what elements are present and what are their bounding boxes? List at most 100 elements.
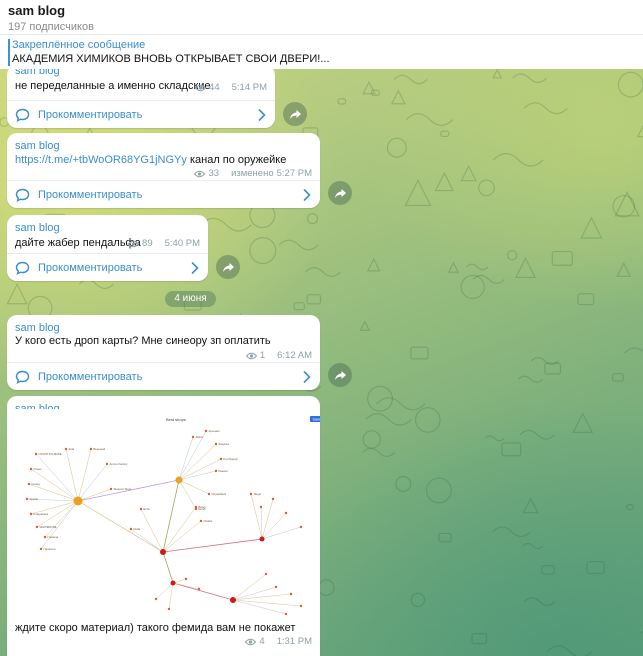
chevron-right-icon (191, 262, 199, 274)
pattern-doodle (460, 164, 477, 182)
pattern-doodle (577, 293, 595, 306)
pattern-doodle (306, 213, 319, 225)
graph-edge (77, 463, 108, 502)
comment-button[interactable]: Прокомментировать (7, 180, 320, 208)
graph-edge (155, 582, 174, 600)
message-author[interactable]: sam blog (15, 222, 60, 235)
message-text: ждите скоро материал) такого фемида вам … (15, 622, 296, 634)
pattern-doodle (522, 496, 539, 514)
pattern-doodle (551, 250, 573, 266)
pattern-doodle (625, 504, 635, 511)
graph-leaf-node (284, 511, 288, 515)
graph-leaf-node (89, 447, 93, 451)
message-link[interactable]: https://t.me/+tbWoOR68YG1jNGYy (15, 154, 187, 166)
pattern-doodle (617, 71, 643, 98)
pattern-doodle (6, 282, 28, 305)
comment-button[interactable]: Прокомментировать (7, 362, 320, 390)
subscriber-count: 197 подписчиков (8, 21, 94, 33)
graph-edge (168, 582, 174, 610)
pattern-doodle (293, 302, 305, 311)
pattern-doodle (306, 294, 322, 305)
pattern-doodle (478, 179, 495, 197)
share-icon (334, 370, 346, 380)
graph-leaf-node (29, 512, 33, 516)
share-button[interactable] (328, 363, 352, 387)
graph-leaf-node (207, 492, 211, 496)
share-icon (289, 109, 301, 119)
graph-node-label: Ремонт (219, 469, 229, 473)
graph-leaf-node (284, 612, 288, 616)
pattern-doodle (484, 435, 505, 442)
channel-header[interactable]: sam blog 197 подписчиков (0, 0, 643, 34)
chat-area: sam blog не переделанные а именно складс… (0, 69, 643, 656)
graph-leaf-node (43, 535, 47, 539)
view-count: 1 (259, 350, 266, 361)
share-button[interactable] (283, 102, 307, 126)
graph-node-label: Echo (144, 507, 151, 511)
graph-edge (77, 448, 92, 502)
message-meta: 33 изменено 5:27 PM (194, 168, 312, 180)
graph-node-label: Закупка (219, 442, 230, 446)
pinned-label: Закреплённое сообщение (12, 39, 146, 51)
graph-edge (232, 593, 292, 601)
message-author[interactable]: sam blog (15, 69, 60, 78)
views-icon (245, 638, 257, 646)
chevron-right-icon (303, 371, 311, 383)
message-author[interactable]: sam blog (15, 140, 60, 153)
pattern-doodle (362, 430, 381, 449)
pattern-doodle (519, 429, 556, 440)
pattern-doodle (366, 257, 381, 272)
view-count: 89 (142, 238, 153, 249)
graph-edge (172, 582, 200, 590)
comment-label: Прокомментировать (38, 109, 143, 121)
share-button[interactable] (328, 181, 352, 205)
graph-node-label: Склад (32, 482, 40, 486)
pattern-doodle (414, 407, 441, 433)
pattern-doodle (523, 597, 556, 607)
message-time: 5:40 PM (164, 238, 200, 249)
graph-edge (250, 493, 263, 540)
message-bubble: sam blog Best shops Save LOGISTICS BASE Отд… (7, 396, 320, 656)
pattern-doodle (512, 73, 547, 84)
message-meta: 89 5:40 PM (128, 238, 200, 250)
pinned-message[interactable]: Закреплённое сообщение АКАДЕМИЯ ХИМИКОВ … (0, 34, 643, 69)
share-button[interactable] (216, 255, 240, 279)
graph-leaf-node (167, 607, 171, 611)
channel-title[interactable]: sam blog (8, 3, 633, 18)
comment-button[interactable]: Прокомментировать (7, 100, 275, 128)
pattern-doodle (367, 385, 394, 412)
graph-leaf-node (259, 505, 263, 509)
graph-hub-node (175, 476, 183, 484)
graph-edge (130, 528, 164, 553)
graph-leaf-node (184, 577, 188, 581)
graph-node-label: Жив (69, 447, 75, 451)
pattern-doodle (200, 217, 252, 232)
pattern-doodle (376, 397, 426, 411)
pattern-doodle (506, 250, 518, 261)
message-bubble: sam blog https://t.me/+tbWoOR68YG1jNGYy … (7, 133, 320, 208)
pattern-doodle (623, 347, 643, 354)
view-count: 33 (208, 168, 220, 179)
graph-node-label: Военный (94, 447, 106, 451)
pattern-doodle (616, 261, 632, 277)
pattern-doodle (612, 373, 624, 382)
graph-hub-node (160, 549, 166, 555)
pinned-text: АКАДЕМИЯ ХИМИКОВ ВНОВЬ ОТКРЫВАЕТ СВОИ ДВ… (12, 53, 330, 65)
graph-hub-node (259, 536, 265, 542)
pattern-doodle (514, 256, 537, 279)
graph-node-label: Alpha (196, 435, 204, 439)
message-author[interactable]: sam blog (15, 322, 60, 335)
edited-label: изменено (231, 168, 274, 179)
graph-leaf-node (39, 547, 43, 551)
graph-leaf-node (289, 592, 293, 596)
graph-toolbar-button-label: Save (313, 418, 321, 422)
graph-image[interactable]: Best shops Save LOGISTICS BASE Отдел Склад Ар… (11, 409, 320, 617)
graph-leaf-node (249, 492, 253, 496)
message-time: 5:14 PM (231, 82, 267, 93)
graph-node-label: Армия (30, 497, 39, 501)
graph-node-label: Кладовщик (34, 512, 49, 516)
pattern-doodle (249, 237, 277, 265)
pattern-doodle (365, 413, 412, 426)
message-time: 6:12 AM (277, 350, 312, 361)
comment-button[interactable]: Прокомментировать (7, 253, 208, 281)
